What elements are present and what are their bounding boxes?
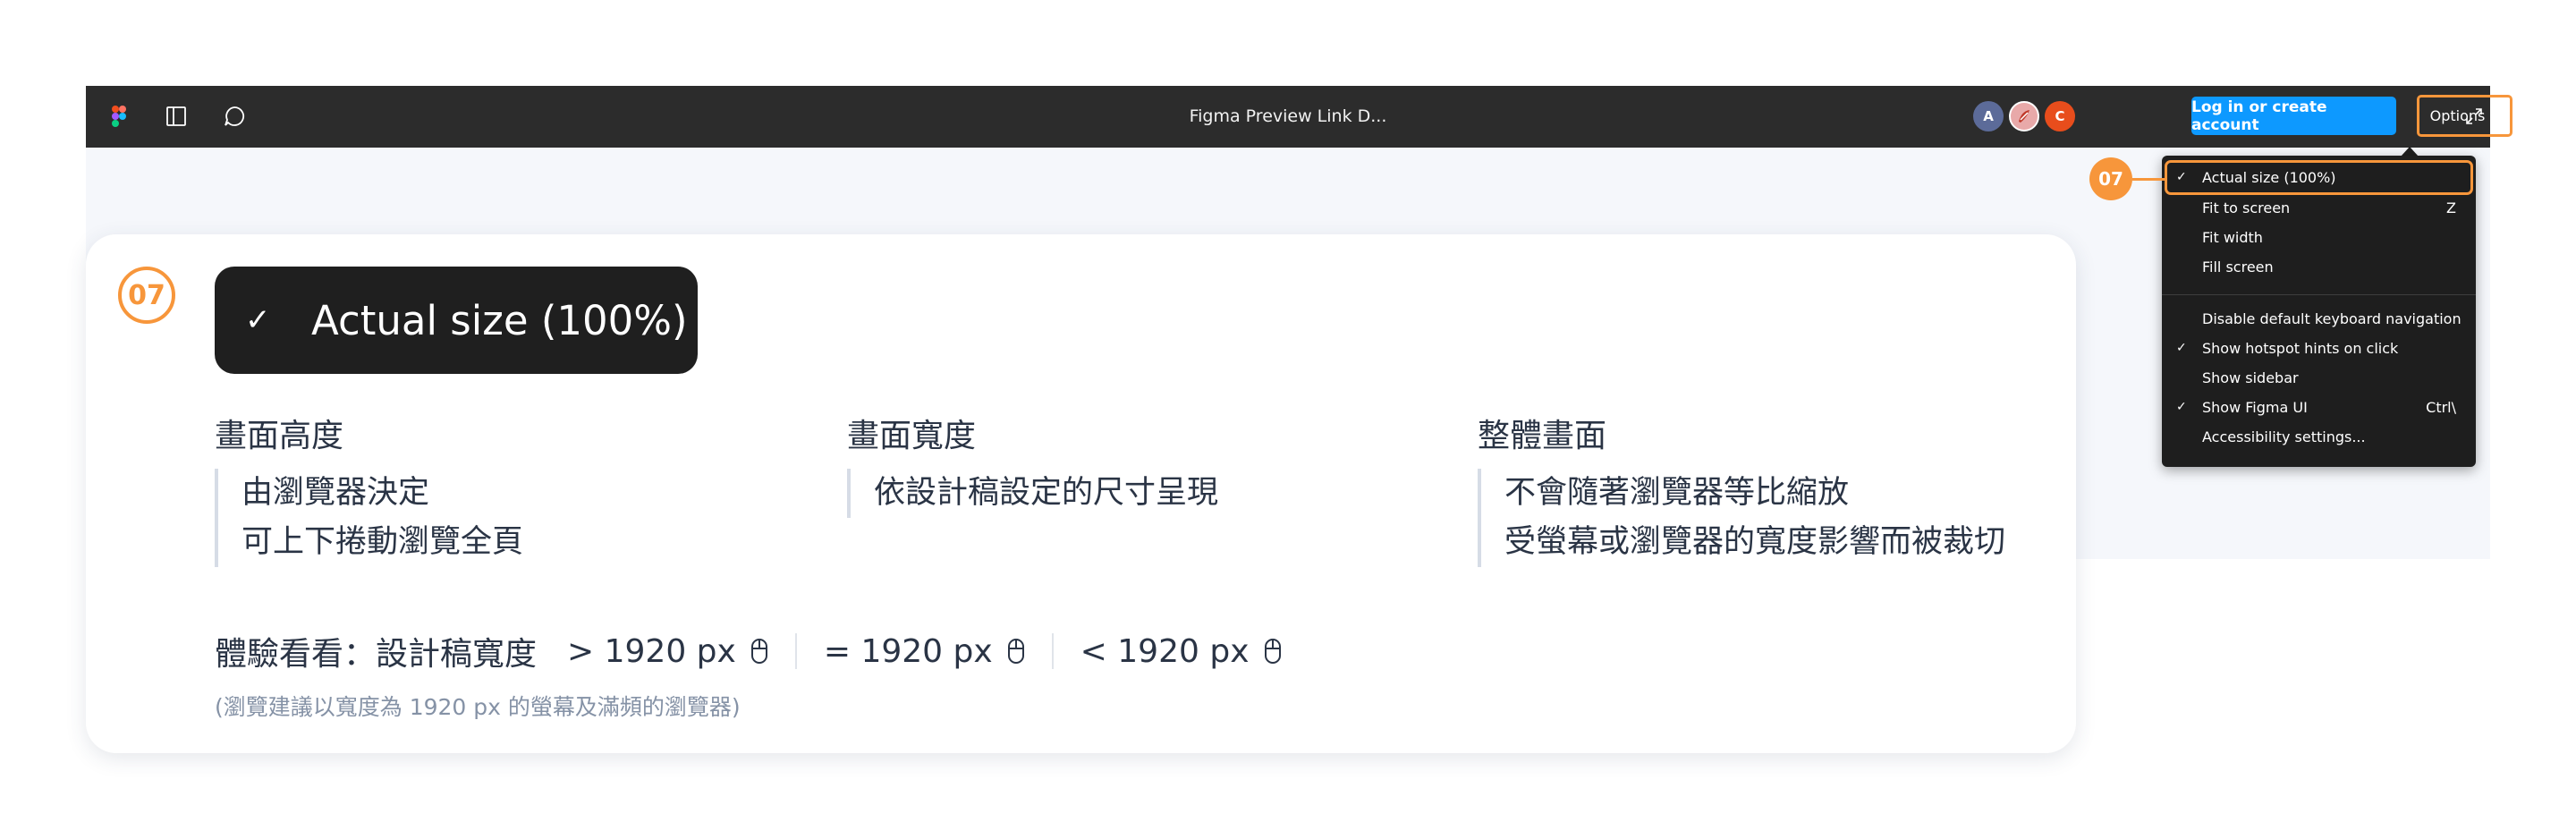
menu-item-fit-width[interactable]: Fit width	[2162, 223, 2476, 252]
figma-logo-icon[interactable]	[104, 101, 134, 131]
menu-item-shortcut: Ctrl\	[2426, 399, 2456, 416]
mouse-icon	[1007, 639, 1024, 664]
avatar-image[interactable]	[2009, 101, 2039, 131]
expand-icon[interactable]	[2459, 101, 2489, 131]
sidebar-panel-icon[interactable]	[161, 101, 191, 131]
figma-toolbar: Figma Preview Link D... A C Log in or cr…	[86, 86, 2512, 148]
check-icon: ✓	[2176, 400, 2187, 414]
column-line: 依設計稿設定的尺寸呈現	[874, 475, 1219, 511]
column-line: 受螢幕或瀏覽器的寬度影響而被裁切	[1504, 524, 2006, 560]
option-equal-link[interactable]: = 1920 px	[824, 633, 1025, 670]
step-badge: 07	[118, 267, 175, 324]
menu-item-disable-keyboard-nav[interactable]: Disable default keyboard navigation	[2162, 304, 2476, 334]
browsing-note: (瀏覽建議以寬度為 1920 px 的螢幕及滿頻的瀏覽器)	[215, 694, 741, 720]
column-line: 可上下捲動瀏覽全頁	[242, 524, 524, 560]
avatar-c[interactable]: C	[2045, 101, 2075, 131]
column-body-overall: 不會隨著瀏覽器等比縮放 受螢幕或瀏覽器的寬度影響而被裁切	[1478, 469, 2005, 567]
menu-item-label: Show Figma UI	[2202, 399, 2308, 416]
option-narrower-link[interactable]: < 1920 px	[1080, 633, 1282, 670]
menu-item-label: Fit to screen	[2202, 199, 2291, 216]
mouse-icon	[750, 639, 767, 664]
column-heading-width: 畫面寬度	[847, 418, 977, 454]
column-heading-overall: 整體畫面	[1478, 418, 1607, 454]
menu-item-label: Actual size (100%)	[2202, 169, 2336, 186]
chevron-down-icon	[2490, 113, 2499, 119]
check-icon: ✓	[245, 302, 271, 338]
option-wider-link[interactable]: > 1920 px	[567, 633, 768, 670]
try-it-row: 體驗看看：設計稿寬度 > 1920 px = 1920 px < 1920 px	[215, 626, 1282, 676]
menu-item-label: Fill screen	[2202, 258, 2274, 275]
column-line: 由瀏覽器決定	[242, 475, 430, 511]
menu-item-show-figma-ui[interactable]: ✓ Show Figma UI Ctrl\	[2162, 393, 2476, 422]
menu-item-accessibility[interactable]: Accessibility settings...	[2162, 422, 2476, 452]
menu-item-shortcut: Z	[2446, 199, 2456, 216]
check-icon: ✓	[2176, 170, 2187, 184]
menu-item-label: Fit width	[2202, 229, 2263, 246]
badge-connector	[2132, 178, 2166, 181]
column-body-width: 依設計稿設定的尺寸呈現	[847, 469, 1218, 518]
menu-item-label: Disable default keyboard navigation	[2202, 310, 2462, 327]
mouse-icon	[1264, 639, 1281, 664]
try-label: 體驗看看：設計稿寬度	[215, 636, 538, 673]
check-icon: ✓	[2176, 341, 2187, 355]
option-label: > 1920 px	[567, 632, 736, 670]
column-body-height: 由瀏覽器決定 可上下捲動瀏覽全頁	[215, 469, 523, 567]
comment-icon[interactable]	[219, 101, 250, 131]
divider	[794, 633, 797, 669]
menu-item-label: Show sidebar	[2202, 369, 2299, 386]
menu-item-label: Show hotspot hints on click	[2202, 340, 2399, 357]
column-heading-height: 畫面高度	[215, 418, 344, 454]
option-label: = 1920 px	[823, 632, 993, 670]
file-title: Figma Preview Link D...	[1189, 106, 1387, 126]
avatar-a[interactable]: A	[1973, 101, 2004, 131]
menu-item-fit-to-screen[interactable]: Fit to screen Z	[2162, 193, 2476, 223]
menu-divider	[2162, 294, 2476, 295]
login-button[interactable]: Log in or create account	[2191, 97, 2396, 135]
avatar-illustration-icon	[2019, 110, 2029, 123]
actual-size-pill: ✓ Actual size (100%)	[215, 267, 698, 374]
options-menu: ✓ Actual size (100%) Fit to screen Z Fit…	[2162, 156, 2476, 467]
menu-item-hotspot-hints[interactable]: ✓ Show hotspot hints on click	[2162, 334, 2476, 363]
menu-item-fill-screen[interactable]: Fill screen	[2162, 252, 2476, 282]
option-label: < 1920 px	[1080, 632, 1250, 670]
menu-item-label: Accessibility settings...	[2202, 428, 2366, 445]
step-badge-small: 07	[2089, 157, 2132, 200]
divider	[1051, 633, 1054, 669]
pill-title: Actual size (100%)	[311, 296, 688, 344]
column-line: 不會隨著瀏覽器等比縮放	[1504, 475, 1850, 511]
menu-item-show-sidebar[interactable]: Show sidebar	[2162, 363, 2476, 393]
menu-item-actual-size[interactable]: ✓ Actual size (100%)	[2165, 160, 2473, 195]
